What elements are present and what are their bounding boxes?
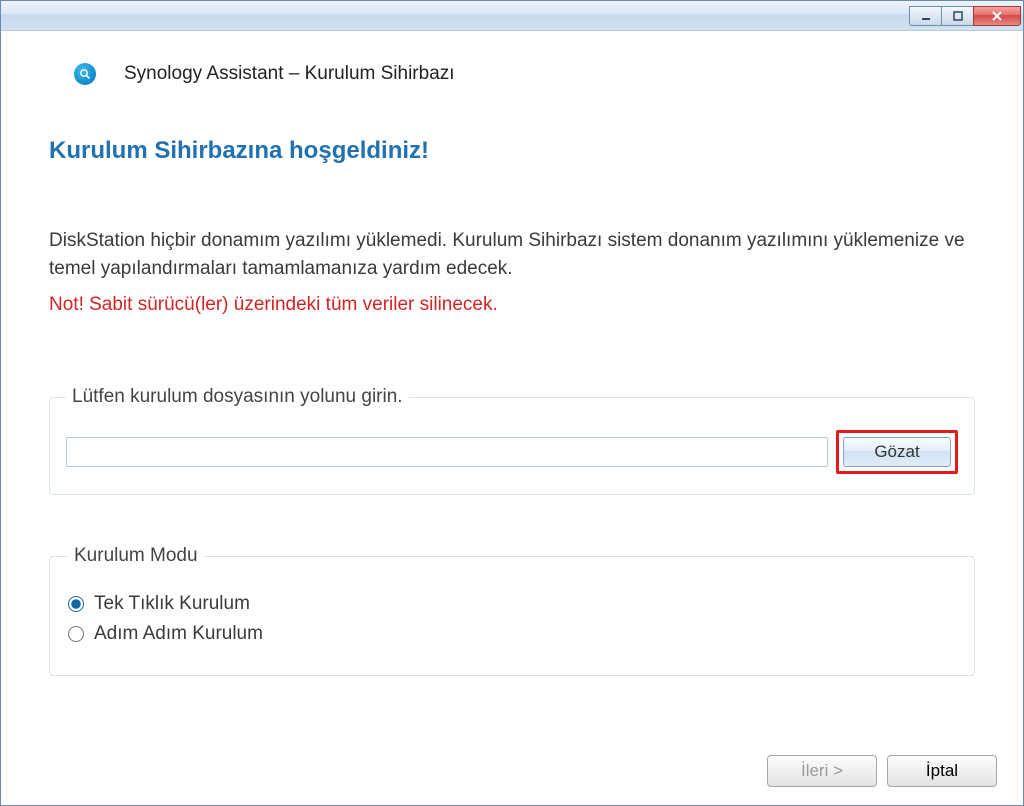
next-button[interactable]: İleri >	[767, 755, 877, 787]
browse-highlight: Gözat	[836, 430, 958, 474]
app-icon	[74, 63, 96, 85]
mode-legend: Kurulum Modu	[68, 545, 204, 567]
header: Synology Assistant – Kurulum Sihirbazı	[1, 31, 1023, 97]
path-legend: Lütfen kurulum dosyasının yolunu girin.	[66, 386, 409, 408]
mode-label: Adım Adım Kurulum	[94, 623, 263, 645]
radio-step-by-step[interactable]	[68, 626, 84, 642]
welcome-heading: Kurulum Sihirbazına hoşgeldiniz!	[49, 137, 975, 165]
warning-text: Not! Sabit sürücü(ler) üzerindeki tüm ve…	[49, 294, 975, 316]
path-input[interactable]	[66, 437, 828, 467]
radio-one-click[interactable]	[68, 596, 84, 612]
mode-fieldset: Kurulum Modu Tek Tıklık Kurulum Adım Adı…	[49, 545, 975, 676]
cancel-button[interactable]: İptal	[887, 755, 997, 787]
browse-button[interactable]: Gözat	[843, 437, 951, 467]
minimize-button[interactable]	[909, 6, 941, 26]
mode-label: Tek Tıklık Kurulum	[94, 593, 250, 615]
window-controls	[909, 6, 1021, 26]
description-text: DiskStation hiçbir donamım yazılımı yükl…	[49, 227, 975, 282]
close-button[interactable]	[973, 6, 1021, 26]
path-fieldset: Lütfen kurulum dosyasının yolunu girin. …	[49, 386, 975, 495]
footer: İleri > İptal	[767, 755, 997, 787]
main-area: Kurulum Sihirbazına hoşgeldiniz! DiskSta…	[1, 97, 1023, 676]
app-title: Synology Assistant – Kurulum Sihirbazı	[124, 63, 455, 85]
maximize-button[interactable]	[941, 6, 973, 26]
mode-option-one-click[interactable]: Tek Tıklık Kurulum	[68, 593, 956, 615]
content-area: Synology Assistant – Kurulum Sihirbazı K…	[1, 31, 1023, 676]
titlebar	[1, 1, 1023, 31]
mode-option-step-by-step[interactable]: Adım Adım Kurulum	[68, 623, 956, 645]
app-window: Synology Assistant – Kurulum Sihirbazı K…	[0, 0, 1024, 806]
